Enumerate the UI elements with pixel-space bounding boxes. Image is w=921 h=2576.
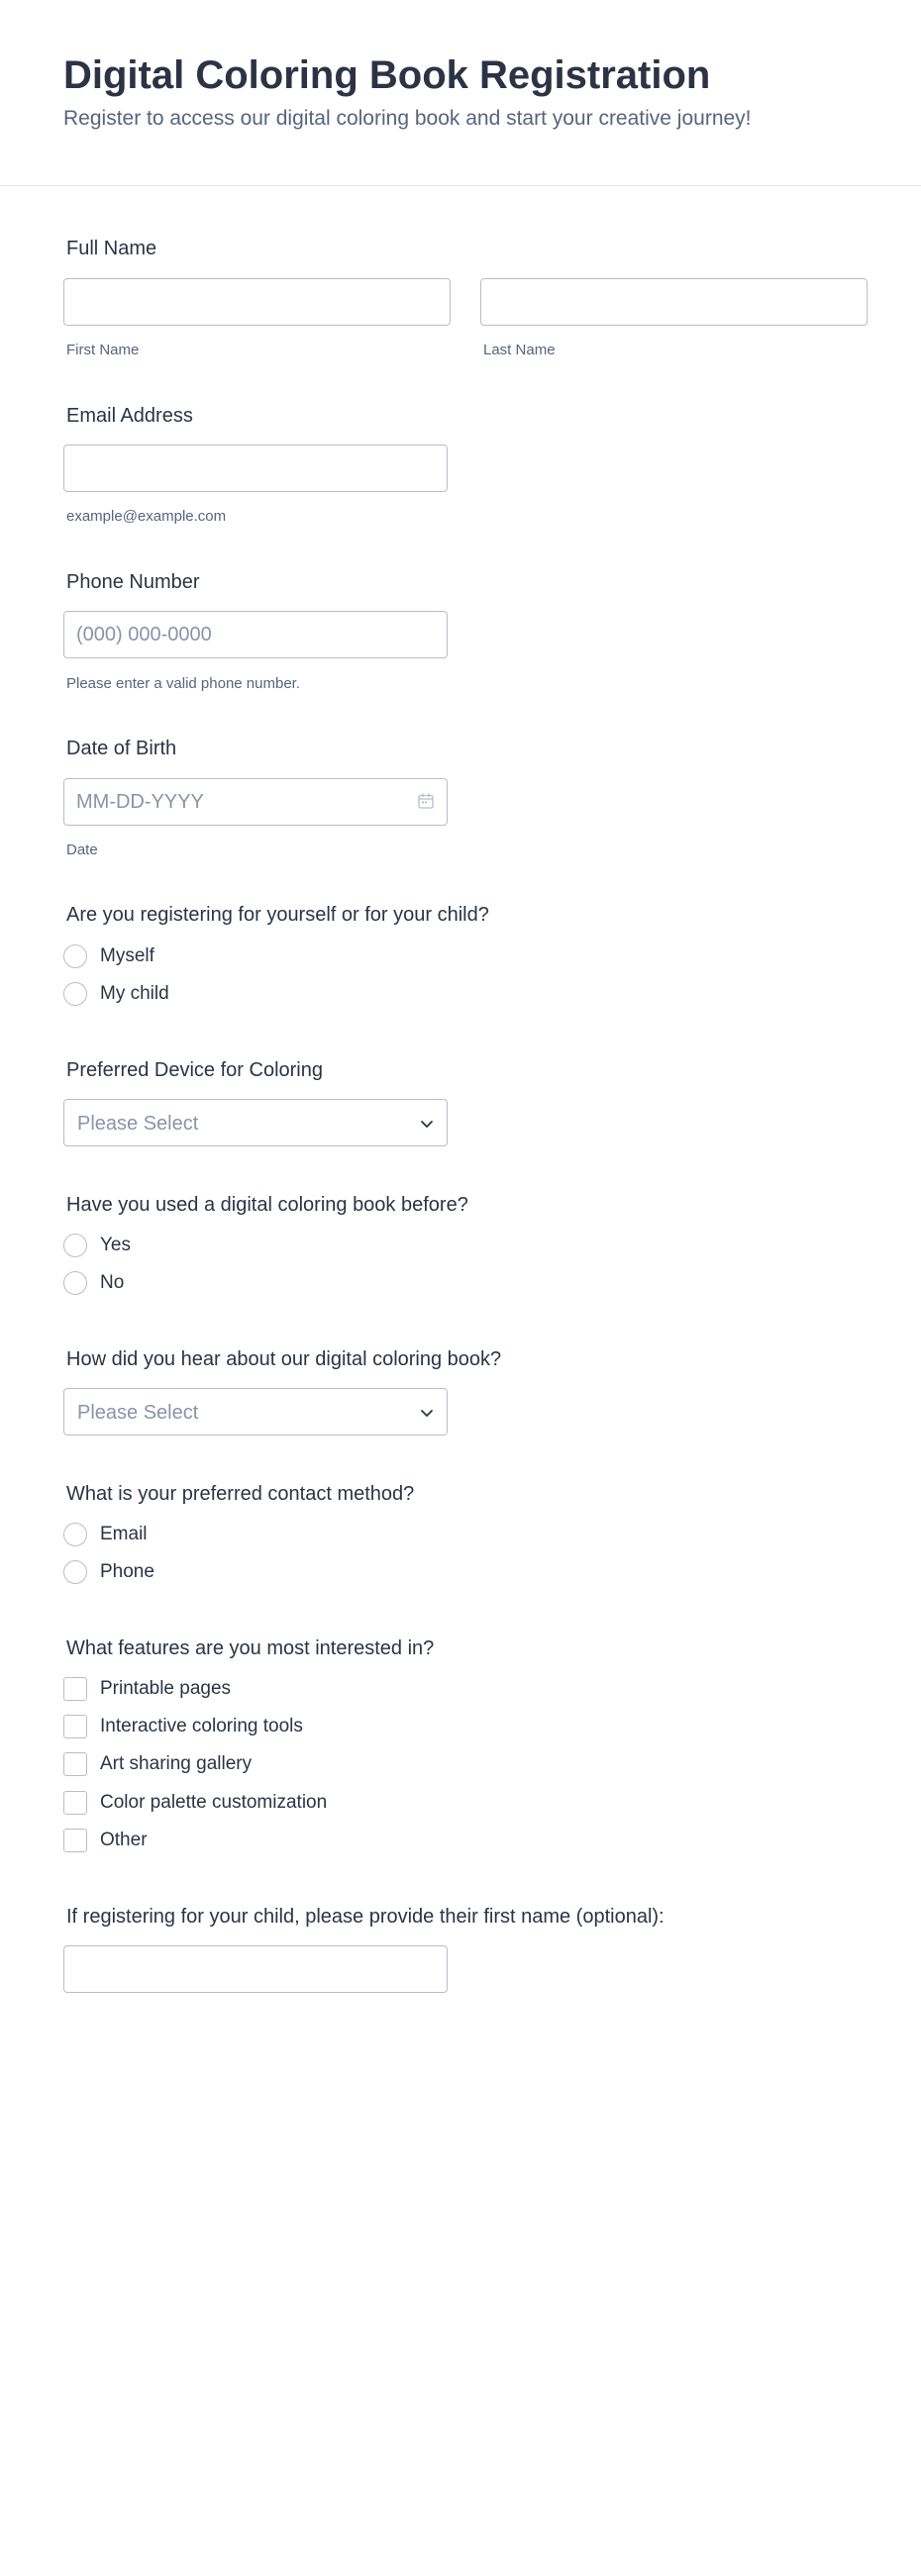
radio-button[interactable] <box>63 1271 87 1295</box>
checkbox-option-color-palette[interactable]: Color palette customization <box>63 1789 479 1817</box>
radio-button[interactable] <box>63 1560 87 1584</box>
checkbox[interactable] <box>63 1715 87 1738</box>
device-label: Preferred Device for Coloring <box>66 1059 323 1081</box>
first-name-input[interactable] <box>63 278 451 326</box>
radio-option-label: Myself <box>100 945 154 966</box>
email-label: Email Address <box>66 405 193 427</box>
checkbox-option-art-sharing[interactable]: Art sharing gallery <box>63 1750 479 1778</box>
heard-about-select[interactable]: Please Select <box>63 1388 448 1436</box>
form-title: Digital Coloring Book Registration <box>63 53 711 97</box>
dob-input[interactable] <box>63 778 448 826</box>
checkbox-option-printable-pages[interactable]: Printable pages <box>63 1675 479 1703</box>
device-select[interactable]: Please Select <box>63 1099 448 1146</box>
checkbox-option-label: Color palette customization <box>100 1792 328 1813</box>
radio-option-myself[interactable]: Myself <box>63 942 479 970</box>
calendar-icon[interactable] <box>417 792 435 810</box>
radio-option-label: No <box>100 1272 125 1293</box>
radio-option-my-child[interactable]: My child <box>63 980 479 1008</box>
radio-option-phone[interactable]: Phone <box>63 1558 479 1586</box>
radio-option-label: Email <box>100 1524 148 1544</box>
phone-sublabel: Please enter a valid phone number. <box>66 675 300 692</box>
radio-option-label: Phone <box>100 1561 154 1582</box>
radio-button[interactable] <box>63 982 87 1006</box>
features-label: What features are you most interested in… <box>66 1637 435 1659</box>
radio-button[interactable] <box>63 1234 87 1257</box>
checkbox[interactable] <box>63 1677 87 1701</box>
radio-button[interactable] <box>63 1523 87 1546</box>
radio-button[interactable] <box>63 944 87 968</box>
checkbox-option-interactive-tools[interactable]: Interactive coloring tools <box>63 1713 479 1740</box>
email-sublabel: example@example.com <box>66 508 227 525</box>
checkbox[interactable] <box>63 1791 87 1815</box>
child-name-label: If registering for your child, please pr… <box>66 1906 665 1928</box>
phone-label: Phone Number <box>66 571 200 593</box>
checkbox-option-other[interactable]: Other <box>63 1827 479 1854</box>
registering-for-label: Are you registering for yourself or for … <box>66 904 489 926</box>
radio-option-label: My child <box>100 983 169 1004</box>
phone-input[interactable] <box>63 611 448 658</box>
full-name-label: Full Name <box>66 238 157 259</box>
form-header: Digital Coloring Book Registration Regis… <box>0 0 921 186</box>
contact-method-label: What is your preferred contact method? <box>66 1483 415 1505</box>
last-name-sublabel: Last Name <box>483 342 556 358</box>
device-select-placeholder: Please Select <box>77 1113 199 1135</box>
child-name-input[interactable] <box>63 1945 448 1993</box>
checkbox-option-label: Other <box>100 1830 148 1850</box>
checkbox-option-label: Printable pages <box>100 1678 232 1699</box>
dob-label: Date of Birth <box>66 738 177 759</box>
first-name-sublabel: First Name <box>66 342 140 358</box>
dob-field <box>63 778 448 826</box>
form-subtitle: Register to access our digital coloring … <box>63 107 752 130</box>
used-before-label: Have you used a digital coloring book be… <box>66 1194 468 1216</box>
checkbox[interactable] <box>63 1829 87 1852</box>
last-name-input[interactable] <box>480 278 868 326</box>
radio-option-email[interactable]: Email <box>63 1521 479 1548</box>
chevron-down-icon <box>421 1410 433 1417</box>
checkbox-option-label: Art sharing gallery <box>100 1753 253 1774</box>
radio-option-no[interactable]: No <box>63 1269 479 1297</box>
heard-about-select-placeholder: Please Select <box>77 1402 199 1424</box>
email-input[interactable] <box>63 445 448 492</box>
chevron-down-icon <box>421 1121 433 1128</box>
radio-option-yes[interactable]: Yes <box>63 1232 479 1259</box>
dob-sublabel: Date <box>66 842 98 858</box>
radio-option-label: Yes <box>100 1235 131 1255</box>
heard-about-label: How did you hear about our digital color… <box>66 1348 502 1370</box>
checkbox[interactable] <box>63 1752 87 1776</box>
checkbox-option-label: Interactive coloring tools <box>100 1716 303 1736</box>
